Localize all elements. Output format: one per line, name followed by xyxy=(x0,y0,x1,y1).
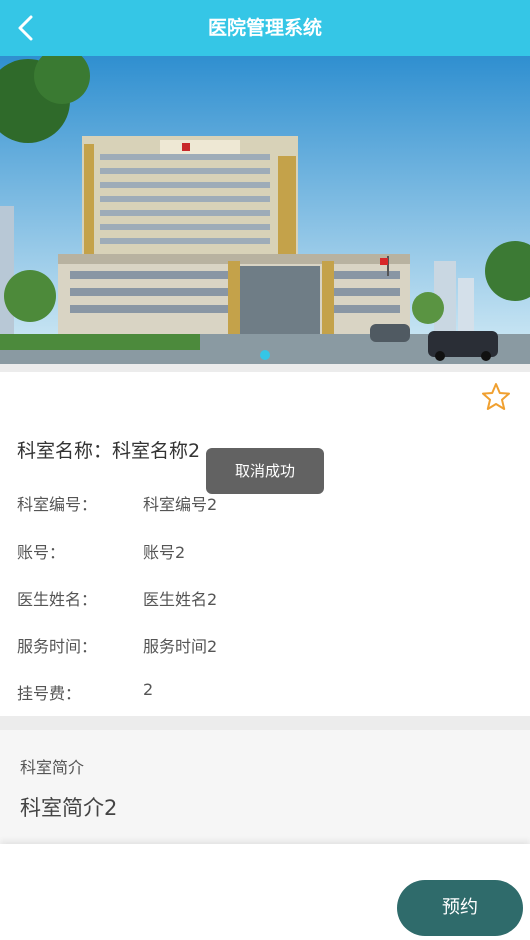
hospital-building-image xyxy=(0,56,530,364)
department-info-card xyxy=(0,372,530,716)
intro-body: 科室简介2 xyxy=(20,796,118,820)
department-name-value: 科室名称2 xyxy=(112,440,201,462)
field-label: 挂号费： xyxy=(17,684,82,703)
field-value: 账号2 xyxy=(143,543,186,562)
department-name-label: 科室名称： xyxy=(17,440,113,462)
field-label: 科室编号： xyxy=(17,495,98,514)
field-value: 服务时间2 xyxy=(143,637,218,656)
carousel-indicator-dot[interactable] xyxy=(260,350,270,360)
section-divider xyxy=(0,716,530,730)
department-name: 科室名称：科室名称2 xyxy=(17,436,200,463)
star-outline-icon[interactable] xyxy=(480,381,512,413)
page-title: 医院管理系统 xyxy=(207,17,322,39)
field-label: 服务时间： xyxy=(17,637,98,656)
department-intro-section: 科室简介 科室简介2 xyxy=(0,730,530,844)
field-label: 医生姓名： xyxy=(17,590,98,609)
field-value: 科室编号2 xyxy=(143,495,218,514)
field-value: 2 xyxy=(143,680,154,699)
book-appointment-button[interactable]: 预约 xyxy=(397,880,523,936)
intro-heading: 科室简介 xyxy=(20,758,85,777)
banner-carousel[interactable] xyxy=(0,56,530,364)
field-value: 医生姓名2 xyxy=(143,590,218,609)
toast-message: 取消成功 xyxy=(206,448,324,494)
section-divider xyxy=(0,364,530,372)
navbar: 医院管理系统 xyxy=(0,0,530,56)
field-label: 账号： xyxy=(17,543,66,562)
